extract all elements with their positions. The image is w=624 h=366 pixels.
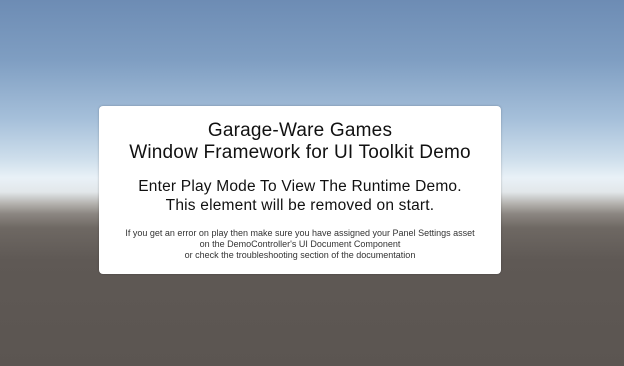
subtitle-line-removal-notice: This element will be removed on start. — [165, 196, 435, 214]
panel-title: Garage-Ware Games Window Framework for U… — [99, 120, 501, 164]
title-line-product: Window Framework for UI Toolkit Demo — [129, 142, 471, 163]
note-line-1: If you get an error on play then make su… — [125, 228, 475, 238]
panel-subtitle: Enter Play Mode To View The Runtime Demo… — [99, 178, 501, 215]
panel-troubleshooting-note: If you get an error on play then make su… — [99, 228, 501, 261]
note-line-3: or check the troubleshooting section of … — [184, 250, 416, 260]
note-line-2: on the DemoController's UI Document Comp… — [199, 239, 401, 249]
title-line-company: Garage-Ware Games — [207, 120, 393, 141]
subtitle-line-instruction: Enter Play Mode To View The Runtime Demo… — [138, 178, 462, 195]
demo-info-panel: Garage-Ware Games Window Framework for U… — [99, 106, 501, 274]
